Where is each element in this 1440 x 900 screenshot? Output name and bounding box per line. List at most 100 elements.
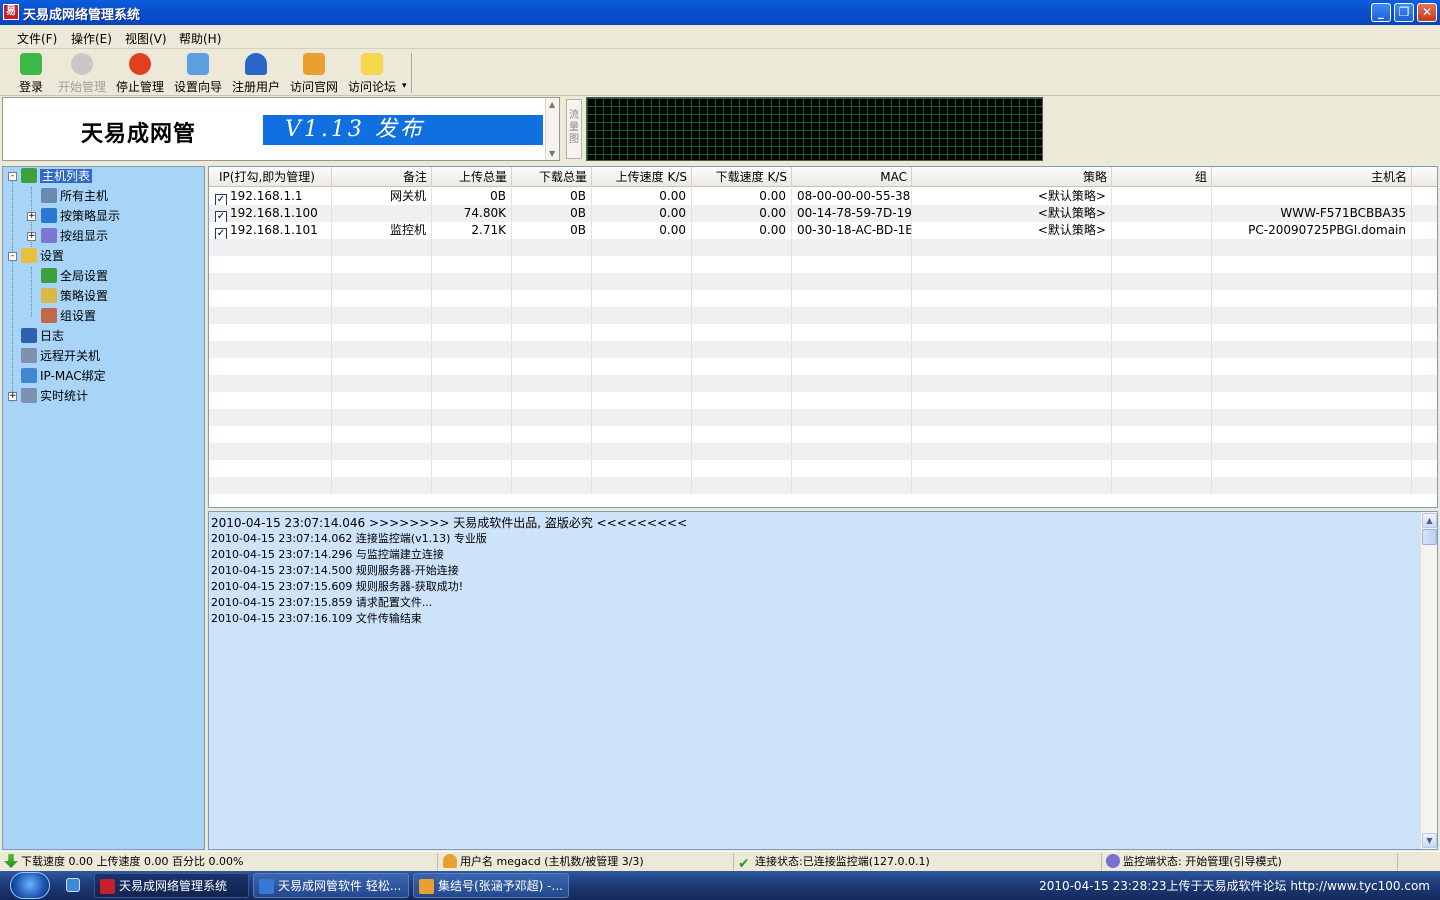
tree-item-by-policy[interactable]: 按策略显示: [41, 207, 120, 225]
home-icon: [303, 53, 325, 75]
status-user: 用户名 megacd (主机数/被管理 3/3): [441, 853, 734, 871]
col-group[interactable]: 组: [1112, 167, 1212, 187]
tree-item-realtime-stats[interactable]: 实时统计: [21, 387, 88, 405]
close-button[interactable]: ✕: [1417, 3, 1437, 22]
flow-chart-tab[interactable]: 流量图: [566, 99, 582, 159]
stop-manage-icon: [129, 53, 151, 75]
expand-icon[interactable]: +: [27, 212, 36, 221]
manage-checkbox[interactable]: ✓: [215, 211, 227, 222]
col-down-speed[interactable]: 下载速度 K/S: [692, 167, 792, 187]
tree-item-ip-mac[interactable]: IP-MAC绑定: [21, 367, 106, 385]
cell-group: [1112, 188, 1212, 205]
cell-mac: [792, 341, 912, 358]
cell-down-total: [512, 358, 592, 375]
stop-manage-button[interactable]: 停止管理: [115, 53, 165, 95]
login-button[interactable]: 登录: [16, 53, 46, 95]
cell-policy: <默认策略>: [912, 188, 1112, 205]
wizard-button[interactable]: 设置向导: [173, 53, 223, 95]
tree-item-group-settings[interactable]: 组设置: [41, 307, 96, 325]
cell-note: [332, 375, 432, 392]
show-desktop-icon[interactable]: [66, 878, 80, 892]
expand-icon[interactable]: +: [27, 232, 36, 241]
wizard-label: 设置向导: [173, 80, 222, 94]
menu-help[interactable]: 帮助(H): [179, 30, 221, 47]
col-hostname[interactable]: 主机名: [1212, 167, 1412, 187]
ad-banner[interactable]: 天易成网管 V1.13 发布 ▲ ▼: [2, 97, 560, 161]
tree-item-by-group[interactable]: 按组显示: [41, 227, 108, 245]
status-monitor: 监控端状态: 开始管理(引导模式): [1104, 853, 1398, 871]
register-user-icon: [245, 53, 267, 75]
cell-up-total: [432, 307, 512, 324]
start-manage-button[interactable]: 开始管理: [57, 53, 107, 95]
cell-mac: [792, 443, 912, 460]
col-down-total[interactable]: 下载总量: [512, 167, 592, 187]
menu-file[interactable]: 文件(F): [17, 30, 57, 47]
cell-up-speed: [592, 290, 692, 307]
cell-note: [332, 273, 432, 290]
empty-row: [209, 256, 1437, 273]
tree-item-log[interactable]: 日志: [21, 327, 64, 345]
menu-operate[interactable]: 操作(E): [71, 30, 112, 47]
cell-hostname: [1212, 273, 1412, 290]
tree-item-all-hosts[interactable]: 所有主机: [41, 187, 108, 205]
cell-group: [1112, 273, 1212, 290]
cell-down-speed: 0.00: [692, 222, 792, 239]
scroll-thumb[interactable]: [1422, 529, 1437, 545]
col-note[interactable]: 备注: [332, 167, 432, 187]
collapse-icon[interactable]: -: [8, 252, 17, 261]
col-mac[interactable]: MAC: [792, 167, 912, 187]
scroll-down-icon[interactable]: ▼: [1422, 833, 1437, 848]
policy-settings-icon: [41, 288, 57, 303]
register-user-button[interactable]: 注册用户: [231, 53, 281, 95]
col-policy[interactable]: 策略: [912, 167, 1112, 187]
task-app-main[interactable]: 天易成网络管理系统: [94, 873, 249, 898]
maximize-button[interactable]: ❐: [1394, 3, 1414, 22]
tree-label: 组设置: [60, 309, 97, 323]
scroll-up-icon[interactable]: ▲: [1422, 513, 1437, 528]
toolbar-overflow-icon[interactable]: ▾: [402, 81, 407, 91]
tree-item-policy-settings[interactable]: 策略设置: [41, 287, 108, 305]
table-row[interactable]: ✓ 192.168.1.100 74.80K 0B 0.00 0.00 00-14-78-5…: [209, 205, 1437, 222]
cell-filler: [1412, 392, 1437, 409]
col-up-total[interactable]: 上传总量: [432, 167, 512, 187]
start-button[interactable]: [10, 872, 50, 899]
visit-site-button[interactable]: 访问官网: [289, 53, 339, 95]
col-ip[interactable]: IP(打勾,即为管理): [209, 167, 332, 187]
cell-filler: [1412, 256, 1437, 273]
cell-up-total: [432, 256, 512, 273]
cell-note: [332, 477, 432, 494]
minimize-button[interactable]: _: [1371, 3, 1391, 22]
scroll-down-icon[interactable]: ▼: [549, 149, 555, 158]
status-connection: ✔ 连接状态:已连接监控端(127.0.0.1): [736, 853, 1102, 871]
visit-forum-button[interactable]: 访问论坛: [347, 53, 397, 95]
tree-item-settings[interactable]: 设置: [21, 247, 64, 265]
app-icon[interactable]: 易: [3, 4, 19, 20]
task-label: 天易成网络管理系统: [119, 879, 228, 893]
task-browser[interactable]: 天易成网管软件 轻松...: [253, 873, 409, 898]
cell-note: 网关机: [332, 188, 432, 205]
banner-scrollbar[interactable]: ▲ ▼: [545, 98, 559, 160]
cell-ip: ✓ 192.168.1.100: [209, 205, 332, 222]
tray-caption: 2010-04-15 23:28:23上传于天易成软件论坛 http://www…: [1039, 879, 1430, 893]
table-row[interactable]: ✓ 192.168.1.101 监控机 2.71K 0B 0.00 0.00 00-30-18…: [209, 222, 1437, 239]
cell-group: [1112, 307, 1212, 324]
task-player[interactable]: 集结号(张涵予邓超) -...: [413, 873, 569, 898]
menu-view[interactable]: 视图(V): [125, 30, 167, 47]
cell-group: [1112, 239, 1212, 256]
table-row[interactable]: ✓ 192.168.1.1 网关机 0B 0B 0.00 0.00 08-00-00-00-5…: [209, 188, 1437, 205]
cell-down-total: [512, 324, 592, 341]
traffic-graph: [586, 97, 1043, 161]
manage-checkbox[interactable]: ✓: [215, 228, 227, 239]
tree-item-host-list[interactable]: 主机列表: [21, 167, 93, 185]
cell-down-total: [512, 256, 592, 273]
cell-down-speed: [692, 375, 792, 392]
collapse-icon[interactable]: -: [8, 172, 17, 181]
col-up-speed[interactable]: 上传速度 K/S: [592, 167, 692, 187]
tree-item-remote-power[interactable]: 远程开关机: [21, 347, 100, 365]
log-scrollbar[interactable]: ▲ ▼: [1420, 512, 1437, 849]
expand-icon[interactable]: +: [8, 392, 17, 401]
tree-item-global-settings[interactable]: 全局设置: [41, 267, 108, 285]
cell-filler: [1412, 239, 1437, 256]
scroll-up-icon[interactable]: ▲: [549, 100, 555, 109]
manage-checkbox[interactable]: ✓: [215, 194, 227, 205]
